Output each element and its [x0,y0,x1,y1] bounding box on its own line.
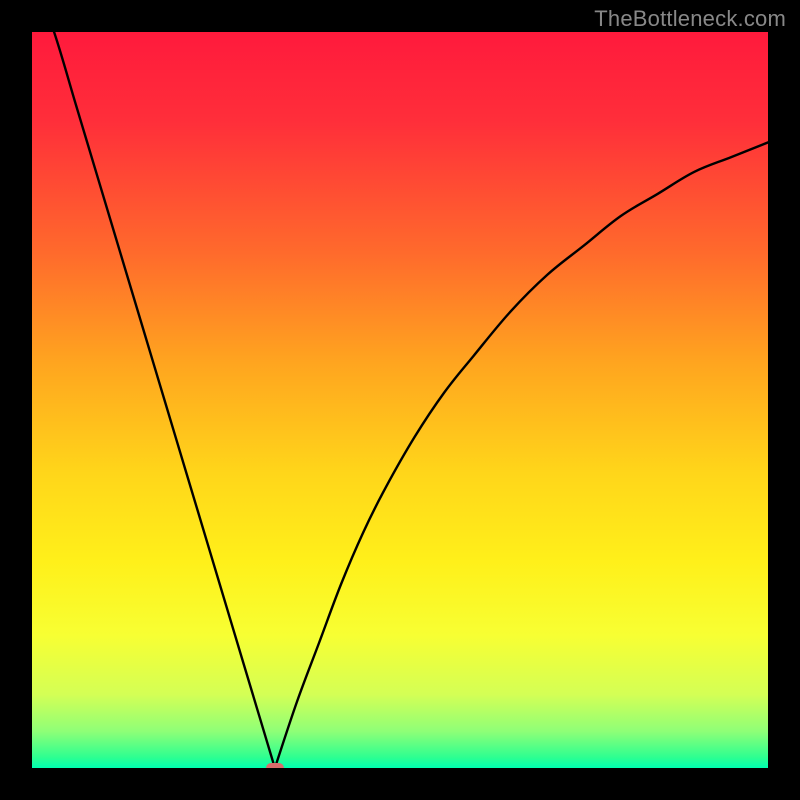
bottleneck-curve [32,32,768,768]
optimum-marker [266,763,284,768]
plot-area [32,32,768,768]
watermark-text: TheBottleneck.com [594,6,786,32]
chart-frame: TheBottleneck.com [0,0,800,800]
